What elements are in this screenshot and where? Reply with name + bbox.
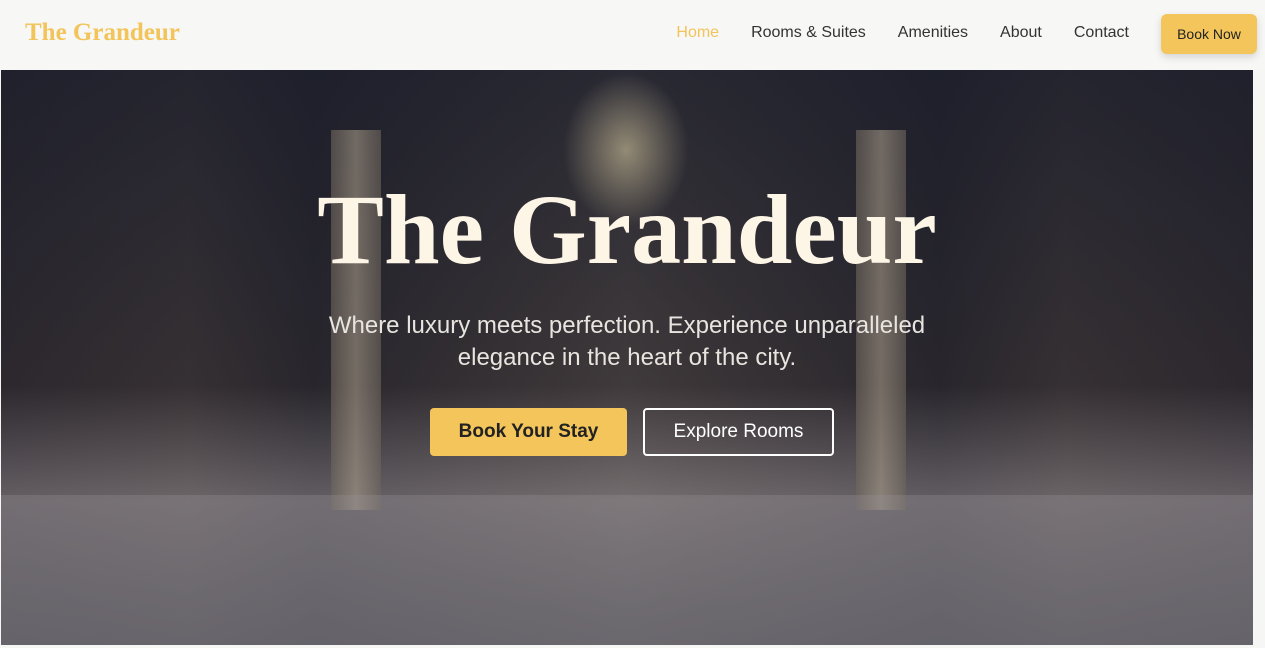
hero-background-floor: [1, 495, 1253, 645]
explore-rooms-button[interactable]: Explore Rooms: [643, 408, 834, 456]
nav-about[interactable]: About: [1000, 24, 1042, 42]
nav-amenities[interactable]: Amenities: [898, 24, 968, 42]
book-your-stay-button[interactable]: Book Your Stay: [430, 408, 627, 456]
navbar: The Grandeur Home Rooms & Suites Ameniti…: [0, 0, 1265, 70]
nav-rooms-suites[interactable]: Rooms & Suites: [751, 24, 866, 42]
hero-title: The Grandeur: [317, 174, 937, 285]
nav-contact[interactable]: Contact: [1074, 24, 1129, 42]
hero-content: The Grandeur Where luxury meets perfecti…: [1, 180, 1253, 456]
nav-home[interactable]: Home: [676, 24, 719, 42]
hero-subtitle: Where luxury meets perfection. Experienc…: [328, 312, 926, 371]
logo[interactable]: The Grandeur: [25, 19, 180, 47]
book-now-button[interactable]: Book Now: [1161, 14, 1257, 54]
hero-section: The Grandeur Where luxury meets perfecti…: [1, 70, 1253, 645]
